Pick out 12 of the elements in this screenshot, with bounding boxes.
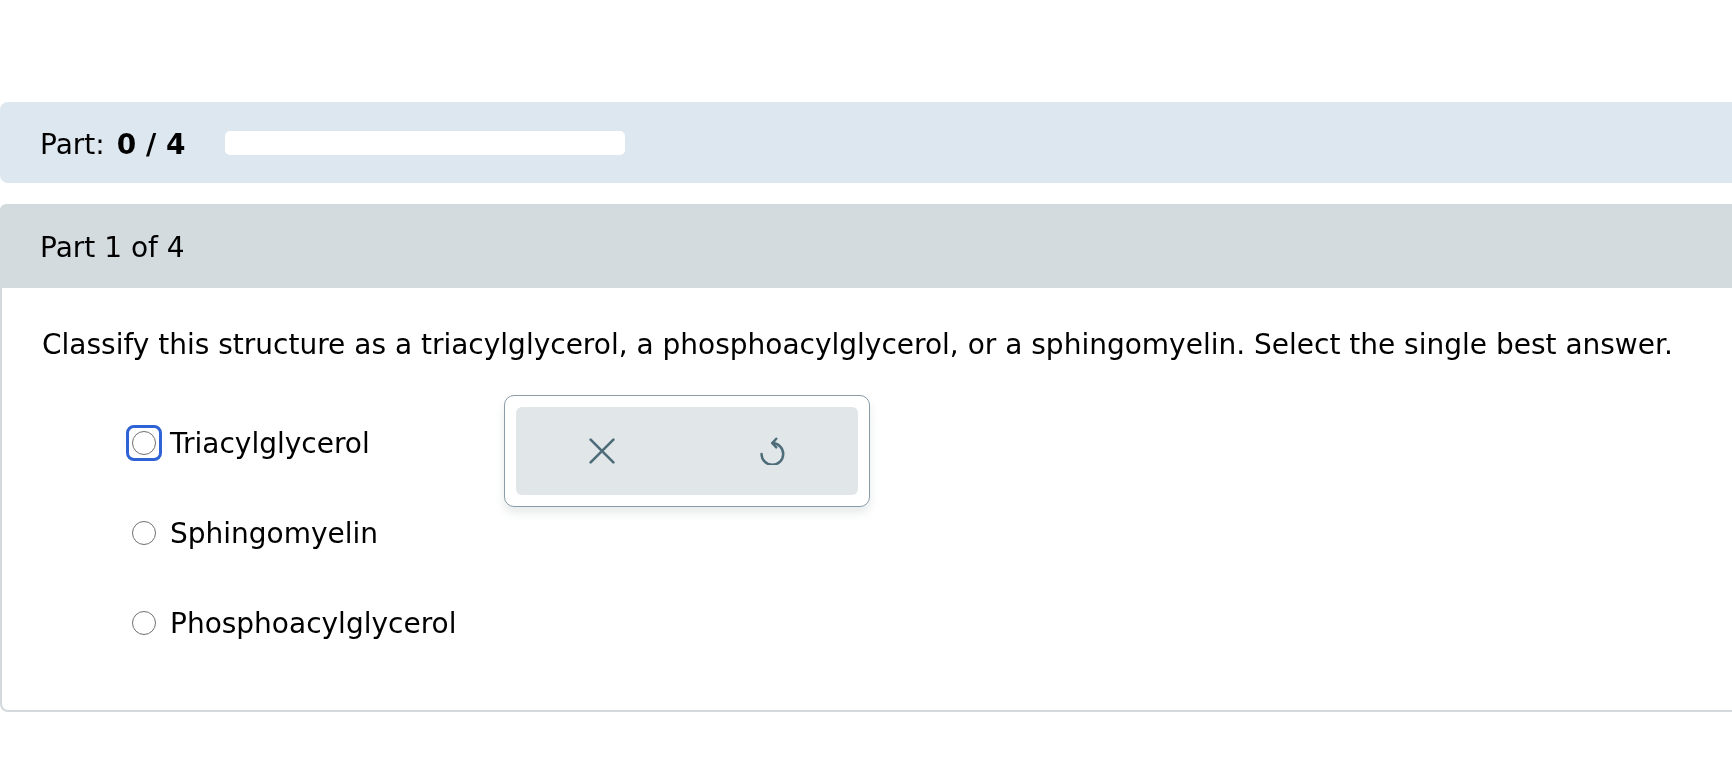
close-icon	[588, 438, 615, 464]
part-label: Part:	[40, 127, 105, 161]
radio-button[interactable]	[132, 611, 156, 635]
radio-button[interactable]	[132, 521, 156, 545]
option-label[interactable]: Phosphoacylglycerol	[170, 606, 457, 640]
radio-button[interactable]	[126, 425, 162, 461]
part-count: 0 / 4	[116, 127, 186, 161]
question-text: Classify this structure as a triacylglycerol, a phosphoacylglycerol, or a sphingomyelin. Select the single best answer.	[42, 328, 1673, 362]
option-label[interactable]: Sphingomyelin	[170, 516, 379, 550]
part-title: Part 1 of 4	[40, 231, 185, 264]
undo-icon	[759, 437, 786, 465]
option-label[interactable]: Triacylglycerol	[170, 426, 370, 460]
